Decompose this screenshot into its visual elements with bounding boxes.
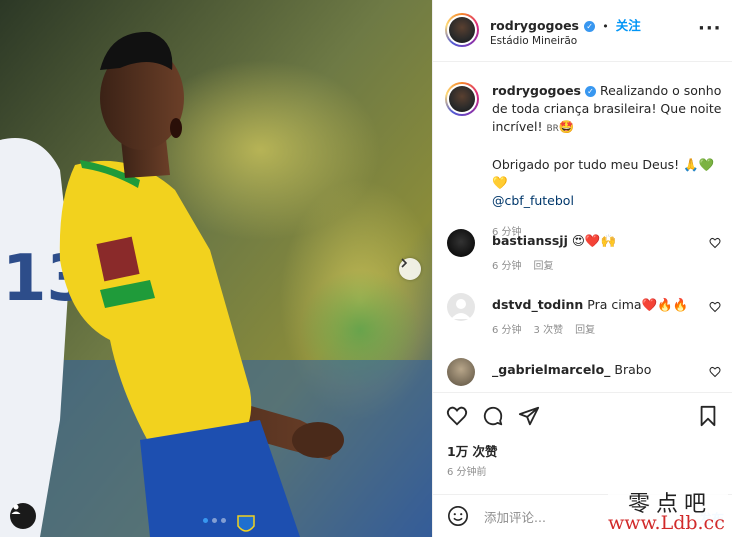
reply-button[interactable]: 回复 [575, 321, 595, 336]
author-avatar[interactable] [445, 13, 479, 47]
comment-bubble-icon[interactable] [482, 405, 504, 427]
comment-line: _gabrielmarcelo_ Brabo [492, 362, 702, 377]
brazil-flag-icon: BR [546, 124, 559, 134]
caption-username[interactable]: rodrygogoes [492, 83, 581, 98]
comment-item: dstvd_todinn Pra cima❤️🔥🔥 6 分钟 3 次赞 回复 [433, 293, 732, 353]
post-caption: rodrygogoes ✓ Realizando o sonho de toda… [492, 82, 722, 242]
reply-button[interactable]: 回复 [534, 257, 554, 272]
carousel-indicator [203, 518, 226, 523]
save-bookmark-icon[interactable] [697, 405, 719, 427]
more-options-icon[interactable]: ··· [698, 20, 722, 38]
photo-illustration: 13 [0, 0, 432, 537]
yellow-heart-emoji: 💛 [492, 175, 508, 190]
carousel-dot [203, 518, 208, 523]
comment-username[interactable]: dstvd_todinn [492, 297, 583, 312]
post-details-panel: rodrygogoes ✓ • 关注 Estádio Mineirão ··· … [432, 0, 732, 537]
instagram-post-modal: 13 rodrygogoes ✓ • 关注 Estádio Mineirão ·… [0, 0, 732, 537]
green-heart-emoji: 💚 [698, 157, 715, 172]
likes-count[interactable]: 1万 次赞 [447, 441, 498, 460]
star-struck-emoji: 🤩 [558, 119, 575, 134]
caption-avatar[interactable] [445, 82, 479, 116]
tagged-users-button[interactable] [10, 503, 36, 529]
comment-like-heart-icon[interactable] [709, 366, 721, 378]
comment-text: Pra cima❤️🔥🔥 [587, 297, 689, 312]
chevron-right-icon [401, 258, 408, 268]
comment-line: bastianssjj 😍❤️🙌 [492, 233, 702, 249]
comment-likes-count[interactable]: 3 次赞 [534, 321, 564, 336]
carousel-dot [212, 518, 217, 523]
comment-avatar[interactable] [447, 229, 475, 257]
comment-item: bastianssjj 😍❤️🙌 6 分钟 回复 [433, 229, 732, 289]
comment-username[interactable]: bastianssjj [492, 233, 568, 248]
verified-badge-icon: ✓ [584, 21, 596, 32]
pray-emoji: 🙏 [683, 157, 699, 172]
comment-time: 6 分钟 [492, 325, 522, 336]
carousel-dot [221, 518, 226, 523]
caption-mention-link[interactable]: @cbf_futebol [492, 193, 574, 208]
comment-username[interactable]: _gabrielmarcelo_ [492, 362, 610, 377]
header-user-line: rodrygogoes ✓ • 关注 [490, 15, 641, 34]
post-photo[interactable]: 13 [0, 0, 432, 537]
comments-scroll-area[interactable]: rodrygogoes ✓ Realizando o sonho de toda… [433, 62, 732, 392]
default-avatar-icon [451, 299, 471, 319]
comment-line: dstvd_todinn Pra cima❤️🔥🔥 [492, 297, 702, 313]
caption-text-2: Obrigado por tudo meu Deus! [492, 157, 684, 172]
comment-avatar[interactable] [447, 358, 475, 386]
comment-meta: 6 分钟 回复 [492, 257, 554, 272]
share-paper-plane-icon[interactable] [518, 405, 540, 427]
comment-item: _gabrielmarcelo_ Brabo [433, 358, 732, 392]
follow-button[interactable]: 关注 [616, 18, 641, 33]
emoji-smiley-icon[interactable] [447, 505, 469, 527]
next-photo-button[interactable] [399, 258, 421, 280]
comment-like-heart-icon[interactable] [709, 301, 721, 313]
comment-time: 6 分钟 [492, 261, 522, 272]
watermark-url: www.Ldb.cc [608, 512, 725, 534]
author-username[interactable]: rodrygogoes [490, 18, 579, 33]
verified-badge-icon: ✓ [585, 86, 596, 97]
cbf-crest-icon [237, 515, 255, 532]
comment-text: 😍❤️🙌 [571, 233, 617, 248]
user-icon [11, 504, 21, 514]
comment-text: Brabo [614, 362, 652, 377]
post-actions-bar [433, 392, 732, 428]
comment-avatar[interactable] [447, 293, 475, 321]
comment-like-heart-icon[interactable] [709, 237, 721, 249]
site-watermark: 零点吧 www.Ldb.cc [608, 486, 728, 534]
comment-meta: 6 分钟 3 次赞 回复 [492, 321, 595, 336]
posted-time: 6 分钟前 [447, 467, 487, 478]
post-location[interactable]: Estádio Mineirão [490, 35, 577, 47]
like-heart-icon[interactable] [446, 405, 468, 427]
post-header: rodrygogoes ✓ • 关注 Estádio Mineirão ··· [433, 0, 732, 62]
separator: • [602, 20, 609, 33]
